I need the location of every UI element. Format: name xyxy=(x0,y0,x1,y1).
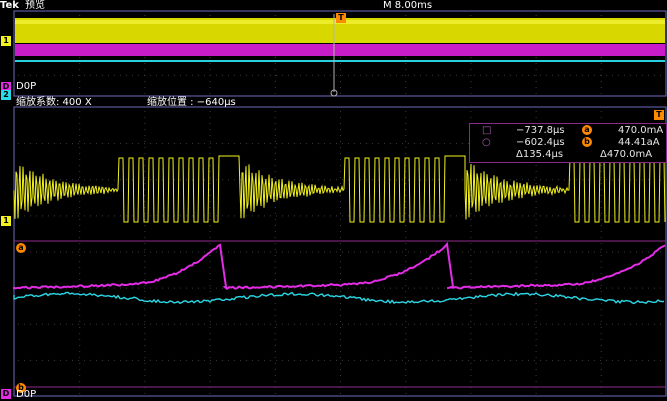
cursor-delta-time: Δ135.4μs xyxy=(516,149,564,160)
overview-dop-label: D0P xyxy=(16,81,37,92)
cursor-a-icon: a xyxy=(582,125,592,135)
zoom-trigger-marker[interactable]: T xyxy=(654,110,664,120)
ch1-marker[interactable]: 1 xyxy=(1,216,11,226)
cursor-a-marker[interactable]: a xyxy=(16,243,26,253)
zoom-factor-label: 缩放系数: 400 X xyxy=(16,97,92,108)
dop-marker[interactable]: D xyxy=(1,389,11,399)
overview-math-band xyxy=(15,44,665,56)
overview-ch2-marker[interactable]: 2 xyxy=(1,90,11,100)
brand-logo: Tek xyxy=(0,0,19,11)
oscilloscope-display xyxy=(0,0,667,400)
cursor-b-icon: b xyxy=(582,137,592,147)
cursor-row2-value: 44.41aA xyxy=(618,137,660,148)
cursor-row2-time: −602.4μs xyxy=(516,137,565,148)
overview-ch1-marker[interactable]: 1 xyxy=(1,36,11,46)
cursor-delta-value: Δ470.0mA xyxy=(600,149,653,160)
circle-cursor-icon: ○ xyxy=(482,137,491,148)
timebase-readout: M 8.00ms xyxy=(383,0,433,11)
cursor-row1-time: −737.8μs xyxy=(516,125,565,136)
square-cursor-icon: □ xyxy=(482,125,492,136)
dop-label: D0P xyxy=(16,389,37,400)
cursor-readout-panel: □ −737.8μs a 470.0mA ○ −602.4μs b 44.41a… xyxy=(469,123,667,163)
overview-trigger-marker[interactable]: T xyxy=(336,13,346,23)
mode-label: 预览 xyxy=(25,0,45,11)
zoom-position-label: 缩放位置 : −640μs xyxy=(147,97,236,108)
cursor-row1-value: 470.0mA xyxy=(618,125,664,136)
